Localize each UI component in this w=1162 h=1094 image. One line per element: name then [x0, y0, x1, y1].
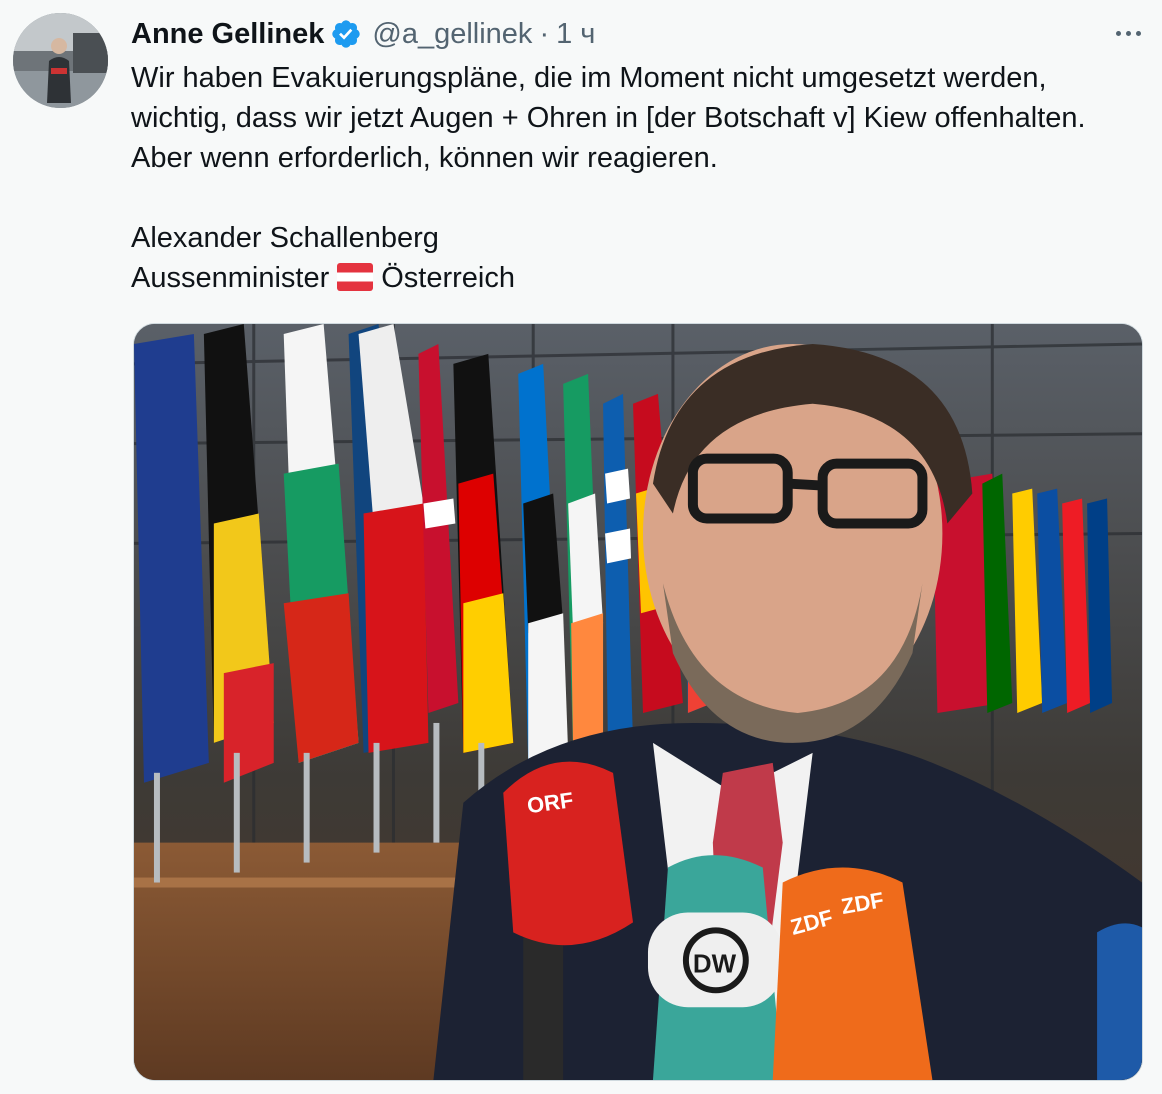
- tweet-text-line-2: wichtig, dass wir jetzt Augen + Ohren in…: [131, 102, 1086, 134]
- author-handle[interactable]: @a_gellinek: [372, 18, 532, 51]
- tweet[interactable]: Anne Gellinek @a_gellinek · 1 ч Wir habe…: [0, 0, 1162, 1094]
- tweet-timestamp[interactable]: 1 ч: [556, 18, 595, 51]
- austria-flag-icon: [337, 263, 374, 291]
- signature-title: Aussenminister Österreich: [131, 258, 1141, 298]
- media-photo: ORF DW ZDF ZDF: [134, 324, 1142, 1080]
- signature-name: Alexander Schallenberg: [131, 222, 439, 254]
- tweet-media-image[interactable]: ORF DW ZDF ZDF: [133, 323, 1143, 1081]
- author-display-name[interactable]: Anne Gellinek: [131, 18, 324, 51]
- tweet-text-line-3: Aber wenn erforderlich, können wir reagi…: [131, 142, 718, 174]
- svg-text:DW: DW: [693, 950, 737, 978]
- paragraph-break: [131, 178, 1141, 218]
- tweet-text-line-1: Wir haben Evakuierungspläne, die im Mome…: [131, 62, 1047, 94]
- verified-badge-icon: [330, 18, 362, 50]
- signature-title-after: Österreich: [381, 262, 516, 294]
- signature-title-before: Aussenminister: [131, 262, 330, 294]
- avatar[interactable]: [13, 13, 108, 108]
- avatar-image: [13, 13, 108, 108]
- more-horizontal-icon[interactable]: [1108, 18, 1148, 48]
- tweet-header: Anne Gellinek @a_gellinek · 1 ч: [131, 14, 595, 54]
- header-separator: ·: [539, 17, 550, 50]
- tweet-text: Wir haben Evakuierungspläne, die im Mome…: [131, 58, 1141, 298]
